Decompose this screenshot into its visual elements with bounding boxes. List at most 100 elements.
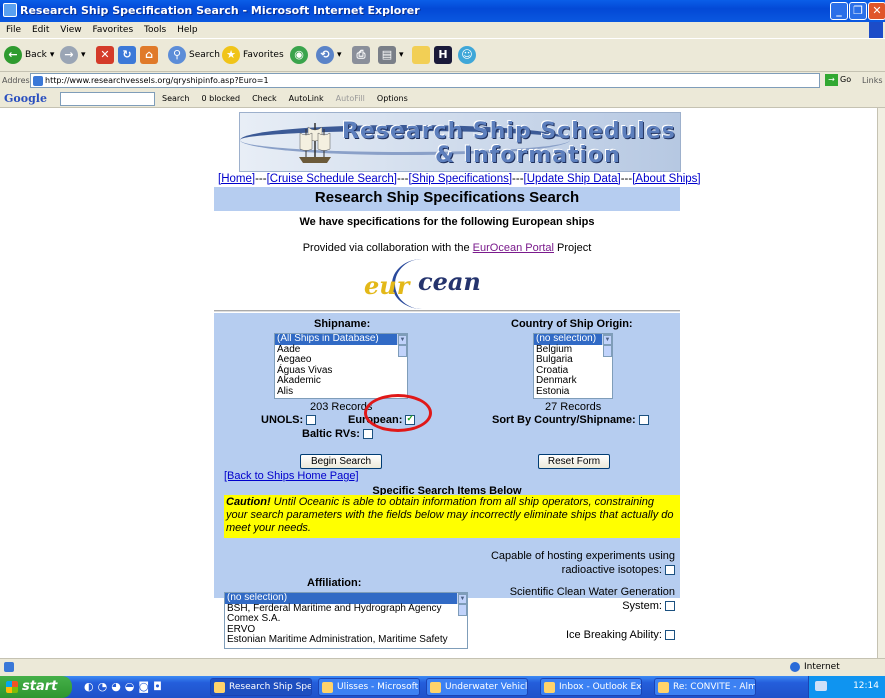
search-icon: ⚲ xyxy=(168,46,186,64)
affiliation-listbox[interactable]: (no selection) BSH, Ferderal Maritime an… xyxy=(224,592,468,649)
nav-update-link[interactable]: [Update Ship Data] xyxy=(524,173,621,185)
shipname-listbox[interactable]: (All Ships in Database) Aade Aegaeo Água… xyxy=(274,333,408,399)
google-search-input[interactable] xyxy=(60,92,155,106)
h-button[interactable]: H xyxy=(434,44,452,66)
nav-cruise-link[interactable]: [Cruise Schedule Search] xyxy=(267,173,397,185)
menu-tools[interactable]: Tools xyxy=(144,25,166,35)
search-button[interactable]: ⚲ Search xyxy=(168,44,220,66)
sort-checkbox[interactable] xyxy=(638,415,649,426)
back-to-home-link[interactable]: [Back to Ships Home Page] xyxy=(224,470,359,482)
eurocean-portal-link[interactable]: EurOcean Portal xyxy=(473,242,554,254)
scroll-thumb[interactable] xyxy=(603,345,612,357)
list-item[interactable]: Bulgaria xyxy=(534,354,612,366)
address-input[interactable]: http://www.researchvessels.org/qryshipin… xyxy=(30,73,820,88)
go-button[interactable]: → Go xyxy=(825,74,851,86)
nav-sep: --- xyxy=(396,173,409,185)
menu-file[interactable]: File xyxy=(6,25,21,35)
media-button[interactable]: ◉ xyxy=(290,44,308,66)
menu-favorites[interactable]: Favorites xyxy=(92,25,133,35)
links-button[interactable]: Links xyxy=(862,76,883,85)
google-logo[interactable]: Google xyxy=(4,92,47,105)
ship-record-count: 203 Records xyxy=(310,401,373,413)
country-listbox[interactable]: (no selection) Belgium Bulgaria Croatia … xyxy=(533,333,613,399)
list-item[interactable]: Aegaeo xyxy=(275,354,407,366)
menu-edit[interactable]: Edit xyxy=(32,25,49,35)
address-bar: Address http://www.researchvessels.org/q… xyxy=(0,72,885,90)
listbox-scrollbar[interactable]: ▲▼ xyxy=(457,593,467,616)
windows-logo-icon xyxy=(869,22,883,38)
forward-button[interactable]: → ▾ xyxy=(60,44,86,66)
nav-home-link[interactable]: [Home] xyxy=(218,173,255,185)
start-button[interactable]: start xyxy=(0,676,72,698)
task-underwater-vehicles[interactable]: Underwater Vehicles xyxy=(426,678,528,696)
listbox-scrollbar[interactable]: ▲▼ xyxy=(397,334,407,357)
list-item[interactable]: Denmark xyxy=(534,375,612,387)
refresh-button[interactable]: ↻ xyxy=(118,44,136,66)
page-scrollbar[interactable] xyxy=(877,108,885,658)
page-subtitle: We have specifications for the following… xyxy=(299,216,595,228)
quick-launch-icons[interactable]: ◐◔◕◒◙◘ xyxy=(84,680,166,693)
list-item[interactable]: Comex S.A. xyxy=(225,613,467,625)
icebreak-checkbox[interactable] xyxy=(665,630,675,641)
autolink-button[interactable]: AutoLink xyxy=(289,94,324,103)
status-bar: Internet xyxy=(0,658,885,676)
scroll-thumb[interactable] xyxy=(458,604,467,616)
options-button[interactable]: Options xyxy=(377,94,408,103)
list-item[interactable]: Estonia xyxy=(534,386,612,398)
task-ulisses[interactable]: Ulisses - Microsoft Int... xyxy=(318,678,420,696)
nav-specs-link[interactable]: [Ship Specifications] xyxy=(408,173,512,185)
clock[interactable]: 12:14 xyxy=(853,681,879,691)
task-inbox[interactable]: Inbox - Outlook Express xyxy=(540,678,642,696)
list-item[interactable]: Akademic xyxy=(275,375,407,387)
menu-view[interactable]: View xyxy=(60,25,81,35)
caution-label: Caution! xyxy=(226,496,271,508)
baltic-checkbox[interactable] xyxy=(362,429,373,440)
close-button[interactable]: ✕ xyxy=(868,2,885,20)
minimize-button[interactable]: _ xyxy=(830,2,848,20)
folder-button[interactable] xyxy=(412,44,430,66)
title-bar: Research Ship Specification Search - Mic… xyxy=(0,0,885,22)
edit-button[interactable]: ▤ ▾ xyxy=(378,44,404,66)
divider xyxy=(214,310,680,312)
star-icon: ★ xyxy=(222,46,240,64)
country-label: Country of Ship Origin: xyxy=(511,318,633,330)
task-re-convite[interactable]: Re: CONVITE - Almoç... xyxy=(654,678,756,696)
maximize-button[interactable]: ❐ xyxy=(849,2,867,20)
spell-check-button[interactable]: Check xyxy=(252,94,277,103)
popup-blocker[interactable]: 0 blocked xyxy=(201,94,240,103)
cleanwater-checkbox[interactable] xyxy=(665,601,675,612)
back-button[interactable]: ← Back ▾ xyxy=(4,44,54,66)
listbox-scrollbar[interactable]: ▲▼ xyxy=(602,334,612,357)
scroll-down-icon[interactable]: ▼ xyxy=(398,334,407,345)
collab-post: Project xyxy=(554,242,592,254)
stop-button[interactable]: ✕ xyxy=(96,44,114,66)
sailing-ship-icon xyxy=(299,123,331,163)
isotopes-checkbox[interactable] xyxy=(665,565,675,576)
google-search-button[interactable]: Search xyxy=(162,94,189,103)
messenger-button[interactable]: ☺ xyxy=(458,44,476,66)
nav-about-link[interactable]: [About Ships] xyxy=(632,173,700,185)
begin-search-button[interactable]: Begin Search xyxy=(300,454,382,469)
scroll-down-icon[interactable]: ▼ xyxy=(603,334,612,345)
affiliation-label: Affiliation: xyxy=(307,577,362,589)
autofill-button[interactable]: AutoFill xyxy=(336,94,365,103)
network-icon[interactable] xyxy=(815,681,827,691)
home-button[interactable]: ⌂ xyxy=(140,44,158,66)
task-research-ship[interactable]: Research Ship Specifi... xyxy=(210,678,312,696)
site-banner: Research Ship Schedules & Information xyxy=(239,112,681,172)
unols-checkbox[interactable] xyxy=(306,415,317,426)
favorites-button[interactable]: ★ Favorites xyxy=(222,44,284,66)
list-item[interactable]: (All Ships in Database) xyxy=(275,334,407,345)
nav-links: [Home]---[Cruise Schedule Search]---[Shi… xyxy=(218,173,701,185)
messenger-icon: ☺ xyxy=(458,46,476,64)
scroll-down-icon[interactable]: ▼ xyxy=(458,593,467,604)
list-item[interactable]: (no selection) xyxy=(225,593,467,604)
menu-help[interactable]: Help xyxy=(177,25,198,35)
nav-sep: --- xyxy=(255,173,267,185)
list-item[interactable]: (no selection) xyxy=(534,334,612,345)
reset-form-button[interactable]: Reset Form xyxy=(538,454,610,469)
scroll-thumb[interactable] xyxy=(398,345,407,357)
list-item[interactable]: Estonian Maritime Administration, Mariti… xyxy=(225,634,467,646)
print-button[interactable]: ⎙ xyxy=(352,44,370,66)
history-button[interactable]: ⟲ ▾ xyxy=(316,44,342,66)
